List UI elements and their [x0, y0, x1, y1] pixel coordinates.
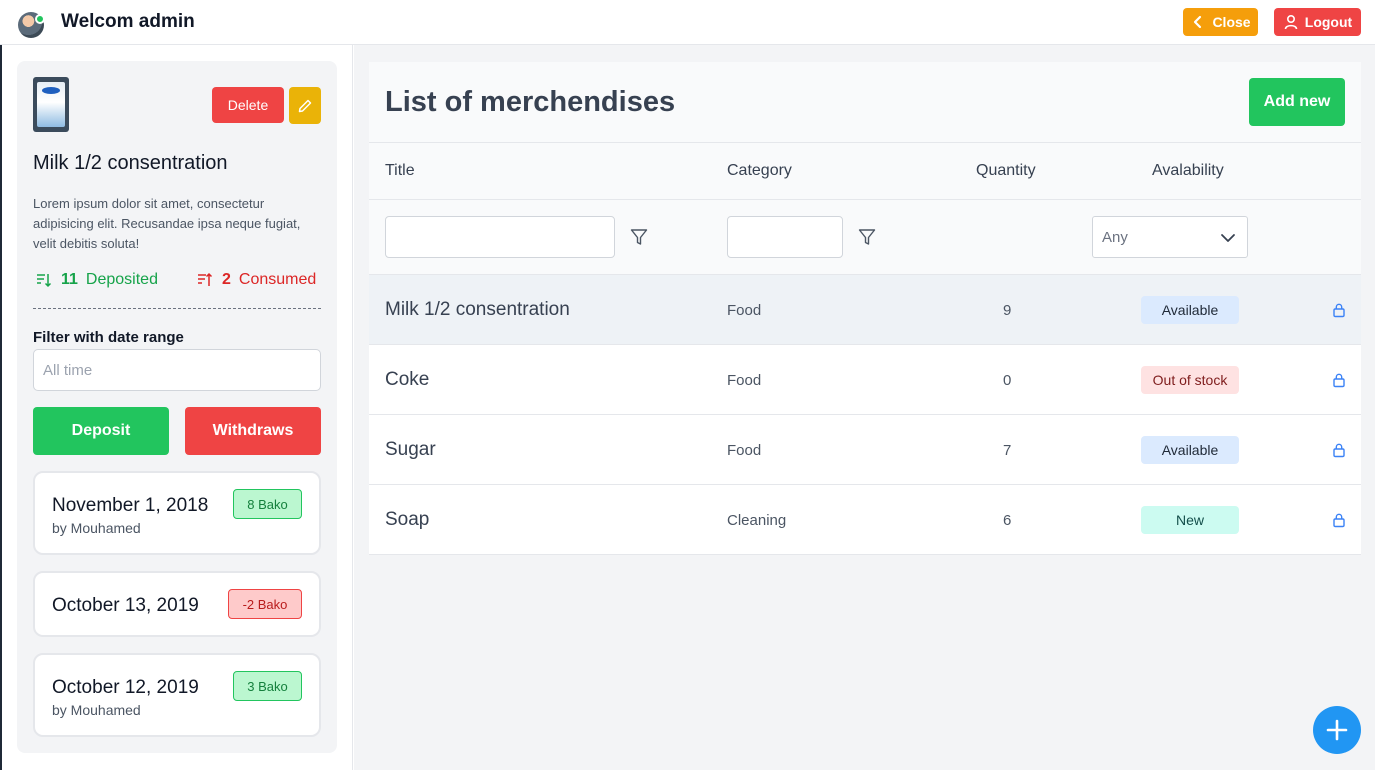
sort-up-icon	[198, 272, 213, 286]
row-category: Food	[727, 442, 762, 459]
column-header-quantity[interactable]: Quantity	[976, 162, 1036, 180]
consumed-count: 2	[222, 271, 231, 288]
add-new-button[interactable]: Add new	[1249, 78, 1345, 126]
logout-label: Logout	[1304, 14, 1353, 30]
transaction-date: November 1, 2018	[52, 495, 209, 516]
transaction-author: by Mouhamed	[52, 520, 141, 536]
user-icon	[1284, 14, 1298, 30]
availability-select-value: Any	[1102, 229, 1128, 246]
availability-select[interactable]: Any	[1092, 216, 1248, 258]
welcome-text: Welcom admin	[61, 11, 195, 32]
edit-button[interactable]	[289, 87, 321, 124]
product-image	[33, 77, 69, 132]
row-title: Coke	[385, 369, 430, 390]
title-filter-input[interactable]	[385, 216, 615, 258]
transaction-amount-badge: -2 Bako	[228, 589, 302, 619]
row-quantity: 6	[1003, 512, 1012, 529]
left-edge-border	[0, 45, 2, 770]
table-row[interactable]: Coke Food 0 Out of stock	[369, 345, 1361, 415]
status-badge: New	[1141, 506, 1239, 534]
status-badge: Available	[1141, 296, 1239, 324]
lock-icon[interactable]	[1331, 512, 1347, 528]
product-title: Milk 1/2 consentration	[33, 152, 228, 174]
transaction-date: October 13, 2019	[52, 595, 199, 616]
deposited-label: Deposited	[85, 271, 158, 288]
online-status-dot	[35, 14, 45, 24]
consumed-label: Consumed	[238, 271, 317, 288]
transaction-date: October 12, 2019	[52, 677, 199, 698]
transaction-amount-badge: 8 Bako	[233, 489, 302, 519]
funnel-icon[interactable]	[629, 227, 649, 247]
deposited-count: 11	[61, 271, 78, 288]
lock-icon[interactable]	[1331, 442, 1347, 458]
table-row[interactable]: Sugar Food 7 Available	[369, 415, 1361, 485]
row-title: Milk 1/2 consentration	[385, 299, 570, 320]
pencil-icon	[298, 99, 312, 112]
row-title: Soap	[385, 509, 430, 530]
column-header-availability[interactable]: Avalability	[1152, 162, 1224, 180]
close-button[interactable]: Close	[1183, 8, 1258, 36]
brand-logo	[42, 87, 60, 94]
transaction-card[interactable]: October 12, 2019 by Mouhamed 3 Bako	[33, 653, 321, 737]
row-category: Food	[727, 372, 762, 389]
column-header-title[interactable]: Title	[385, 162, 415, 180]
row-category: Food	[727, 302, 762, 319]
floating-add-button[interactable]	[1313, 706, 1361, 754]
logout-button[interactable]: Logout	[1274, 8, 1361, 36]
product-description: Lorem ipsum dolor sit amet, consectetur …	[33, 196, 301, 251]
status-badge: Out of stock	[1141, 366, 1239, 394]
row-quantity: 7	[1003, 442, 1012, 459]
divider	[33, 308, 321, 309]
row-category: Cleaning	[727, 512, 787, 529]
table-row[interactable]: Milk 1/2 consentration Food 9 Available	[369, 275, 1361, 345]
lock-icon[interactable]	[1331, 302, 1347, 318]
transaction-card[interactable]: November 1, 2018 by Mouhamed 8 Bako	[33, 471, 321, 555]
close-label: Close	[1212, 14, 1251, 30]
chevron-left-icon	[1194, 15, 1202, 29]
transaction-card[interactable]: October 13, 2019 -2 Bako	[33, 571, 321, 637]
funnel-icon[interactable]	[857, 227, 877, 247]
app-header: Welcom admin Close Logout	[0, 0, 1375, 45]
date-range-input[interactable]	[33, 349, 321, 391]
chevron-down-icon	[1221, 234, 1235, 242]
delete-button[interactable]: Delete	[212, 87, 284, 123]
transaction-author: by Mouhamed	[52, 702, 141, 718]
lock-icon[interactable]	[1331, 372, 1347, 388]
deposited-stat: 11 Deposited	[35, 271, 158, 289]
consumed-stat: 2 Consumed	[196, 271, 316, 289]
row-title: Sugar	[385, 439, 436, 460]
deposit-button[interactable]: Deposit	[33, 407, 169, 455]
transaction-amount-badge: 3 Bako	[233, 671, 302, 701]
table-row[interactable]: Soap Cleaning 6 New	[369, 485, 1361, 555]
page-title: List of merchendises	[385, 86, 676, 118]
row-quantity: 9	[1003, 302, 1012, 319]
withdraws-button[interactable]: Withdraws	[185, 407, 321, 455]
status-badge: Available	[1141, 436, 1239, 464]
sort-down-icon	[37, 274, 52, 288]
date-filter-label: Filter with date range	[33, 329, 184, 346]
row-quantity: 0	[1003, 372, 1012, 389]
plus-icon	[1326, 719, 1348, 741]
category-filter-input[interactable]	[727, 216, 843, 258]
column-header-category[interactable]: Category	[727, 162, 792, 180]
